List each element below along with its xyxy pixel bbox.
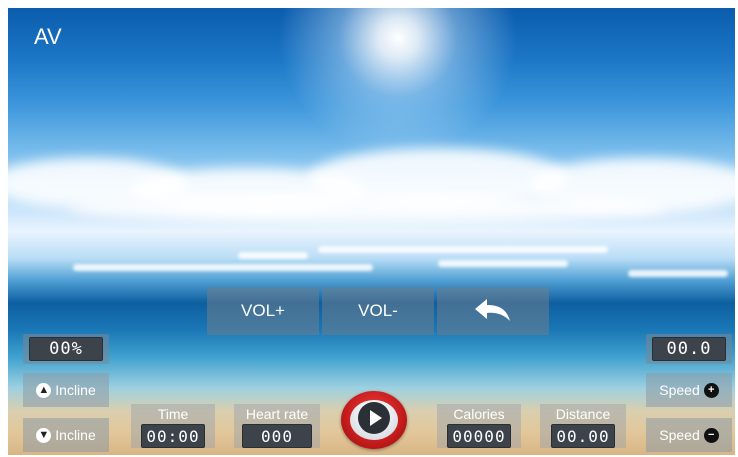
- incline-value: 00%: [29, 337, 103, 361]
- calories-value: 00000: [447, 424, 511, 448]
- play-button[interactable]: [341, 391, 407, 449]
- speed-up-label: Speed: [659, 382, 700, 398]
- calories-label: Calories: [453, 406, 505, 422]
- heart-rate-value: 000: [242, 424, 312, 448]
- distance-value: 00.00: [551, 424, 615, 448]
- play-icon: [357, 401, 391, 440]
- time-value: 00:00: [141, 424, 205, 448]
- volume-up-button[interactable]: VOL+: [207, 287, 319, 335]
- arrow-down-icon: ▼: [36, 427, 52, 443]
- calories-stat: Calories 00000: [437, 404, 521, 448]
- distance-label: Distance: [555, 406, 611, 422]
- incline-down-label: Incline: [55, 427, 96, 443]
- time-stat: Time 00:00: [131, 404, 215, 448]
- speed-up-button[interactable]: Speed +: [646, 373, 732, 407]
- back-button[interactable]: [437, 287, 549, 335]
- heart-rate-stat: Heart rate 000: [234, 404, 320, 448]
- plus-icon: +: [703, 382, 719, 398]
- incline-up-label: Incline: [55, 382, 96, 398]
- sun-glow: [278, 8, 518, 158]
- arrow-up-icon: ▲: [36, 382, 52, 398]
- volume-down-button[interactable]: VOL-: [322, 287, 434, 335]
- incline-display: 00%: [23, 334, 109, 364]
- speed-display: 00.0: [646, 334, 732, 364]
- speed-down-button[interactable]: Speed −: [646, 418, 732, 452]
- back-arrow-icon: [473, 295, 513, 328]
- distance-stat: Distance 00.00: [540, 404, 626, 448]
- speed-down-label: Speed: [659, 427, 700, 443]
- screen-title: AV: [34, 24, 62, 49]
- time-label: Time: [157, 406, 189, 422]
- incline-down-button[interactable]: ▼ Incline: [23, 418, 109, 452]
- heart-rate-label: Heart rate: [245, 406, 309, 422]
- play-button-face: [350, 400, 398, 440]
- av-screen: AV: [8, 8, 735, 455]
- speed-value: 00.0: [652, 337, 726, 361]
- minus-icon: −: [703, 427, 719, 443]
- volume-bar: VOL+ VOL-: [207, 287, 549, 335]
- incline-up-button[interactable]: ▲ Incline: [23, 373, 109, 407]
